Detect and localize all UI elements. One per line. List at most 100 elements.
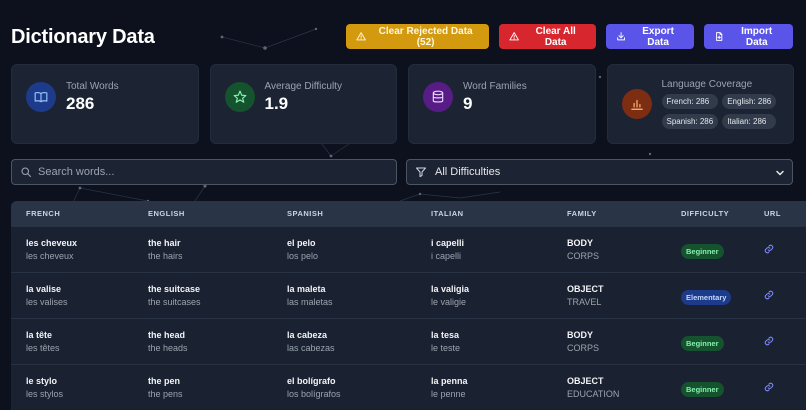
- download-icon: [617, 32, 625, 41]
- family-french: EDUCATION: [567, 389, 620, 399]
- spanish-word: la cabeza: [287, 330, 328, 340]
- lang-badge-italian: Italian: 286: [722, 114, 777, 129]
- word-families-card: Word Families 9: [408, 64, 596, 144]
- table-row[interactable]: la valise les valises the suitcase the sui…: [11, 272, 806, 318]
- header-french[interactable]: FRENCH: [11, 209, 148, 218]
- export-button[interactable]: Export Data: [606, 24, 694, 49]
- header-actions: Clear Rejected Data (52) Clear All Data …: [346, 24, 793, 49]
- english-word: the hair: [148, 238, 181, 248]
- family-name: OBJECT: [567, 284, 604, 294]
- family-name: BODY: [567, 330, 594, 340]
- difficulty-badge: Beginner: [681, 335, 724, 351]
- family-french: CORPS: [567, 251, 600, 261]
- page-header: Dictionary Data Clear Rejected Data (52)…: [11, 24, 793, 50]
- search-box[interactable]: [11, 159, 397, 185]
- spanish-word: el pelo: [287, 238, 316, 248]
- family-name: OBJECT: [567, 376, 604, 386]
- lang-badge-english: English: 286: [722, 94, 777, 109]
- header-family[interactable]: FAMILY: [567, 209, 681, 218]
- french-plural: les cheveux: [26, 251, 74, 261]
- english-plural: the pens: [148, 389, 183, 399]
- chevron-down-icon: [776, 170, 784, 176]
- italian-plural: i capelli: [431, 251, 462, 261]
- italian-word: la tesa: [431, 330, 460, 340]
- lang-badge-spanish: Spanish: 286: [661, 114, 719, 129]
- spanish-word: el bolígrafo: [287, 376, 336, 386]
- total-words-card: Total Words 286: [11, 64, 199, 144]
- difficulty-badge: Beginner: [681, 243, 724, 259]
- import-button[interactable]: Import Data: [704, 24, 793, 49]
- clear-rejected-label: Clear Rejected Data (52): [378, 25, 473, 48]
- header-difficulty[interactable]: DIFFICULTY: [681, 209, 764, 218]
- word-families-value: 9: [463, 93, 473, 113]
- header-english[interactable]: ENGLISH: [148, 209, 287, 218]
- warning-icon: [356, 32, 366, 41]
- english-plural: the hairs: [148, 251, 183, 261]
- clear-all-label: Clear All Data: [535, 25, 576, 48]
- bar-chart-icon: [621, 89, 652, 119]
- warning-icon: [509, 32, 519, 41]
- difficulty-badge: Beginner: [681, 381, 724, 397]
- total-words-value: 286: [66, 93, 95, 113]
- french-plural: les valises: [26, 297, 68, 307]
- link-icon[interactable]: [764, 382, 774, 392]
- total-words-label: Total Words: [66, 80, 119, 92]
- difficulty-filter-value: All Difficulties: [435, 166, 501, 178]
- page-title: Dictionary Data: [11, 25, 155, 48]
- english-plural: the suitcases: [148, 297, 201, 307]
- link-icon[interactable]: [764, 244, 774, 254]
- header-spanish[interactable]: SPANISH: [287, 209, 431, 218]
- difficulty-filter[interactable]: All Difficulties: [406, 159, 793, 185]
- database-icon: [423, 82, 453, 112]
- book-icon: [26, 82, 56, 112]
- dictionary-table: FRENCH ENGLISH SPANISH ITALIAN FAMILY DI…: [11, 201, 806, 410]
- italian-plural: le penne: [431, 389, 466, 399]
- average-difficulty-value: 1.9: [264, 93, 289, 113]
- language-coverage-card: Language Coverage French: 286 English: 2…: [606, 64, 794, 144]
- filter-icon: [416, 167, 426, 177]
- french-plural: les stylos: [26, 389, 64, 399]
- spanish-plural: los bolígrafos: [287, 389, 341, 399]
- french-word: le stylo: [26, 376, 58, 386]
- export-label: Export Data: [642, 25, 674, 48]
- file-plus-icon: [716, 32, 723, 41]
- french-word: la valise: [26, 284, 62, 294]
- clear-all-button[interactable]: Clear All Data: [499, 24, 596, 49]
- french-plural: les têtes: [26, 343, 60, 353]
- english-word: the suitcase: [148, 284, 201, 294]
- link-icon[interactable]: [764, 290, 774, 300]
- table-row[interactable]: les cheveux les cheveux the hair the hairs…: [11, 226, 806, 272]
- english-word: the head: [148, 330, 186, 340]
- table-header: FRENCH ENGLISH SPANISH ITALIAN FAMILY DI…: [11, 201, 806, 226]
- header-url[interactable]: URL: [764, 209, 806, 218]
- italian-plural: le valigie: [431, 297, 467, 307]
- family-name: BODY: [567, 238, 594, 248]
- italian-plural: le teste: [431, 343, 461, 353]
- italian-word: la penna: [431, 376, 468, 386]
- stats-row: Total Words 286 Average Difficulty 1.9 W…: [11, 64, 794, 144]
- search-icon: [21, 167, 32, 178]
- import-label: Import Data: [741, 25, 773, 48]
- spanish-word: la maleta: [287, 284, 326, 294]
- table-row[interactable]: la tête les têtes the head the heads la ca…: [11, 318, 806, 364]
- italian-word: la valigia: [431, 284, 470, 294]
- family-french: TRAVEL: [567, 297, 602, 307]
- spanish-plural: las cabezas: [287, 343, 335, 353]
- english-word: the pen: [148, 376, 181, 386]
- search-input[interactable]: [38, 166, 368, 178]
- clear-rejected-button[interactable]: Clear Rejected Data (52): [346, 24, 489, 49]
- language-badges: French: 286 English: 286 Spanish: 286 It…: [661, 94, 777, 129]
- english-plural: the heads: [148, 343, 188, 353]
- italian-word: i capelli: [431, 238, 465, 248]
- difficulty-badge: Elementary: [681, 289, 732, 305]
- family-french: CORPS: [567, 343, 600, 353]
- header-italian[interactable]: ITALIAN: [431, 209, 567, 218]
- table-row[interactable]: le stylo les stylos the pen the pens el bo…: [11, 364, 806, 410]
- french-word: les cheveux: [26, 238, 78, 248]
- spanish-plural: los pelo: [287, 251, 319, 261]
- star-icon: [224, 82, 255, 112]
- link-icon[interactable]: [764, 336, 774, 346]
- average-difficulty-label: Average Difficulty: [264, 80, 342, 92]
- average-difficulty-card: Average Difficulty 1.9: [209, 64, 397, 144]
- spanish-plural: las maletas: [287, 297, 333, 307]
